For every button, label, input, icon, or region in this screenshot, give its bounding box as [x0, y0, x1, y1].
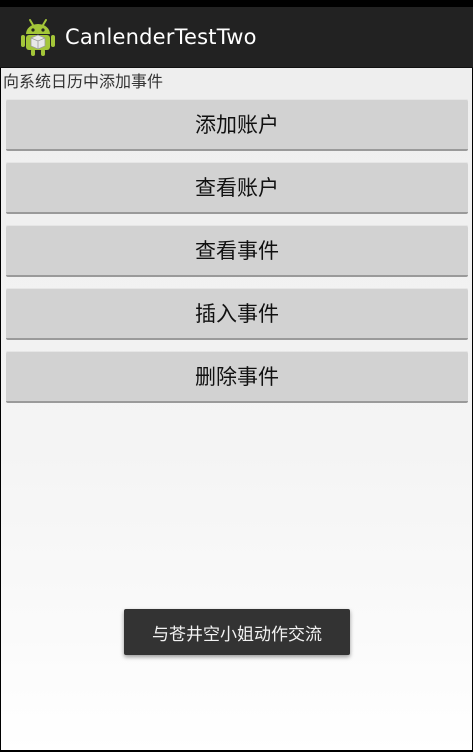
action-bar: CanlenderTestTwo: [0, 7, 473, 68]
add-account-button[interactable]: 添加账户: [6, 99, 468, 151]
insert-event-button[interactable]: 插入事件: [6, 288, 468, 340]
delete-event-button[interactable]: 删除事件: [6, 351, 468, 403]
view-events-button[interactable]: 查看事件: [6, 225, 468, 277]
main-content: 向系统日历中添加事件 添加账户 查看账户 查看事件 插入事件 删除事件 与苍井空…: [1, 68, 472, 752]
app-title: CanlenderTestTwo: [65, 25, 257, 49]
view-accounts-button[interactable]: 查看账户: [6, 162, 468, 214]
page-header-text: 向系统日历中添加事件: [3, 72, 164, 91]
android-robot-icon: [21, 18, 55, 56]
status-bar: [0, 0, 473, 7]
toast-message: 与苍井空小姐动作交流: [124, 609, 350, 655]
